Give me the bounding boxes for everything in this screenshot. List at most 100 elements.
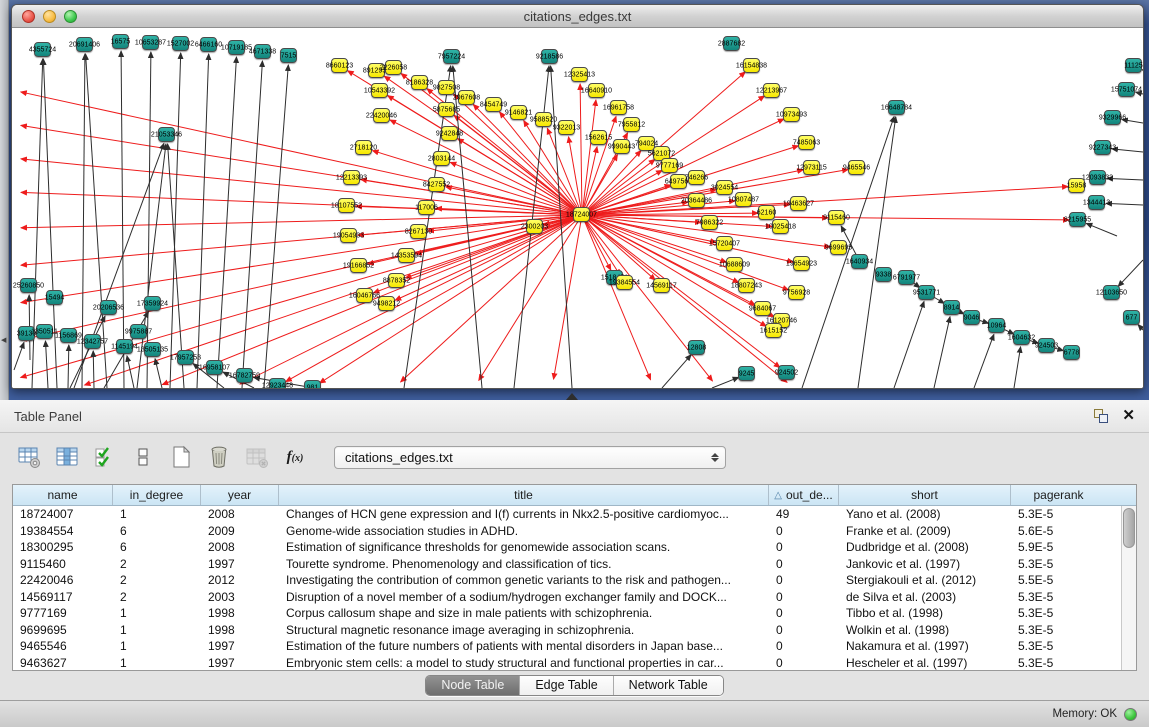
graph-node-selected[interactable]: 7955812: [623, 117, 640, 132]
graph-node-selected[interactable]: 19166852: [350, 258, 367, 273]
graph-node-selected[interactable]: 1562615: [590, 130, 607, 145]
table-row[interactable]: 946554611997Estimation of the future num…: [13, 638, 1121, 655]
column-header-pagerank[interactable]: pagerank: [1011, 485, 1106, 505]
graph-node-selected[interactable]: 7986322: [701, 215, 718, 230]
graph-node[interactable]: 4355724: [34, 42, 51, 57]
vertical-scrollbar[interactable]: [1121, 506, 1136, 670]
network-window-titlebar[interactable]: citations_edges.txt: [12, 5, 1143, 28]
graph-node-selected[interactable]: 16046766: [356, 288, 373, 303]
graph-node-selected[interactable]: 2803144: [433, 151, 450, 166]
graph-node[interactable]: 7957224: [443, 49, 460, 64]
graph-node-selected[interactable]: 10973493: [783, 107, 800, 122]
table-row[interactable]: 1872400712008Changes of HCN gene express…: [13, 506, 1121, 523]
graph-node[interactable]: 25260850: [20, 278, 37, 293]
graph-node-selected[interactable]: 8454749: [485, 97, 502, 112]
graph-node-selected[interactable]: 8427552: [428, 177, 445, 192]
network-canvas[interactable]: 4355724206914061657510653287152700264661…: [12, 28, 1143, 388]
graph-node[interactable]: 9329966: [1104, 110, 1121, 125]
graph-node[interactable]: 1145194: [116, 339, 133, 354]
graph-node-selected[interactable]: 3024554: [716, 180, 733, 195]
graph-node[interactable]: 1156869: [60, 328, 77, 343]
graph-node-selected[interactable]: 9588520: [535, 112, 552, 127]
column-header-short[interactable]: short: [839, 485, 1011, 505]
table-row[interactable]: 977716911998Corpus callosum shape and si…: [13, 605, 1121, 622]
graph-node[interactable]: 8914: [943, 300, 960, 315]
graph-node[interactable]: 4671338: [254, 44, 271, 59]
graph-node-selected[interactable]: 8186328: [411, 75, 428, 90]
graph-node-selected[interactable]: 2300203: [526, 219, 543, 234]
graph-node-selected[interactable]: 9146821: [510, 105, 527, 120]
graph-node-selected[interactable]: 10807487: [735, 192, 752, 207]
graph-node-selected[interactable]: 12325413: [571, 67, 588, 82]
graph-node[interactable]: 6791977: [898, 270, 915, 285]
graph-node-hub[interactable]: 18724007: [573, 207, 590, 222]
column-header-out-de-[interactable]: △out_de...: [769, 485, 839, 505]
graph-node-selected[interactable]: 9777169: [661, 158, 678, 173]
graph-node[interactable]: 1344413: [1088, 195, 1105, 210]
graph-node-selected[interactable]: 19654923: [793, 256, 810, 271]
graph-node[interactable]: 10653287: [142, 35, 159, 50]
graph-node[interactable]: 17957253: [177, 350, 194, 365]
graph-node[interactable]: 1350511: [36, 324, 53, 339]
graph-node[interactable]: 1604632: [1013, 330, 1030, 345]
graph-node[interactable]: 12093832: [1089, 170, 1106, 185]
graph-node[interactable]: 924502: [778, 365, 795, 380]
graph-node-selected[interactable]: 1615152: [765, 323, 782, 338]
graph-node-selected[interactable]: 16961758: [610, 100, 627, 115]
graph-node[interactable]: 21053346: [158, 127, 175, 142]
graph-node[interactable]: 1640934: [851, 254, 868, 269]
tab-node-table[interactable]: Node Table: [426, 676, 520, 695]
graph-node[interactable]: 6466160: [200, 37, 217, 52]
graph-node[interactable]: 9531771: [918, 285, 935, 300]
graph-node-selected[interactable]: 14569117: [653, 278, 670, 293]
graph-node[interactable]: 16958107: [206, 360, 223, 375]
graph-node[interactable]: 9338: [875, 267, 892, 282]
graph-node-selected[interactable]: 9498212: [378, 296, 395, 311]
graph-node[interactable]: 10964: [988, 318, 1005, 333]
graph-node[interactable]: 8215955: [1069, 212, 1086, 227]
table-mode-icon[interactable]: [16, 444, 42, 470]
graph-node-selected[interactable]: 19384554: [616, 275, 633, 290]
zoom-window-button[interactable]: [64, 10, 77, 23]
graph-node-selected[interactable]: 9684067: [754, 301, 771, 316]
graph-node-selected[interactable]: 5875685: [438, 102, 455, 117]
graph-node-selected[interactable]: 19054933: [340, 228, 357, 243]
graph-node[interactable]: 12923448: [269, 378, 286, 388]
graph-node[interactable]: 20206536: [100, 300, 117, 315]
splitter-collapse-arrow-icon[interactable]: ◀: [1, 336, 6, 344]
graph-node-selected[interactable]: 9242848: [441, 126, 458, 141]
tab-network-table[interactable]: Network Table: [614, 676, 723, 695]
graph-node[interactable]: 16782759: [236, 368, 253, 383]
graph-node[interactable]: 677: [1123, 310, 1140, 325]
graph-node[interactable]: 15494: [46, 290, 63, 305]
table-row[interactable]: 969969511998Structural magnetic resonanc…: [13, 622, 1121, 639]
left-splitter-gutter[interactable]: ◀: [0, 0, 9, 400]
graph-node-selected[interactable]: 19463627: [790, 196, 807, 211]
graph-node[interactable]: 9245: [738, 366, 755, 381]
graph-node[interactable]: 12808: [688, 340, 705, 355]
column-visibility-icon[interactable]: [54, 444, 80, 470]
graph-node[interactable]: 2887682: [723, 36, 740, 51]
minimize-window-button[interactable]: [43, 10, 56, 23]
graph-node[interactable]: 924503: [1038, 338, 1055, 353]
graph-node-selected[interactable]: 12213967: [763, 83, 780, 98]
graph-node-selected[interactable]: 9827508: [438, 80, 455, 95]
graph-node-selected[interactable]: 10688609: [726, 257, 743, 272]
close-window-button[interactable]: [22, 10, 35, 23]
graph-node[interactable]: 11125: [1125, 58, 1142, 73]
graph-node[interactable]: 1527002: [172, 36, 189, 51]
function-builder-icon[interactable]: f(x): [282, 444, 308, 470]
graph-node[interactable]: 9046: [963, 310, 980, 325]
graph-node-selected[interactable]: 12973115: [803, 160, 820, 175]
close-panel-icon[interactable]: ✕: [1122, 409, 1135, 423]
graph-node-selected[interactable]: 8878352: [388, 273, 405, 288]
graph-node[interactable]: 9218586: [541, 49, 558, 64]
column-header-name[interactable]: name: [13, 485, 113, 505]
graph-node-selected[interactable]: 8267130: [410, 224, 427, 239]
column-header-title[interactable]: title: [279, 485, 769, 505]
table-row[interactable]: 2242004622012Investigating the contribut…: [13, 572, 1121, 589]
graph-node[interactable]: 16648784: [888, 100, 905, 115]
graph-node-selected[interactable]: 2718120: [355, 140, 372, 155]
graph-node-selected[interactable]: 15720407: [716, 236, 733, 251]
graph-node-selected[interactable]: 8660123: [331, 58, 348, 73]
